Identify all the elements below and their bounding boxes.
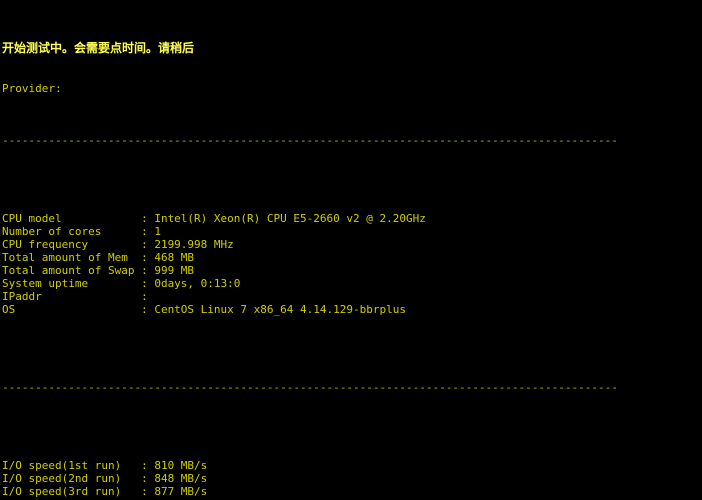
iospeed-row: I/O speed(2nd run) : 848 MB/s [2,472,208,485]
sysinfo-row: System uptime : 0days, 0:13:0 [2,277,241,290]
sysinfo-row: OS : CentOS Linux 7 x86_64 4.14.129-bbrp… [2,303,406,316]
separator-2: ----------------------------------------… [2,381,618,394]
iospeed-block: I/O speed(1st run) : 810 MB/s I/O speed(2… [0,433,702,500]
separator-1: ----------------------------------------… [2,134,618,147]
provider-label: Provider: [2,82,62,95]
sysinfo-row: IPaddr : [2,290,155,303]
iospeed-row: I/O speed(3rd run) : 877 MB/s [2,485,208,498]
terminal-window: 开始测试中。会需要点时间。请稍后 Provider: -------------… [0,0,702,500]
status-message: 开始测试中。会需要点时间。请稍后 [2,41,195,55]
iospeed-row: I/O speed(1st run) : 810 MB/s [2,459,208,472]
sysinfo-row: Number of cores : 1 [2,225,161,238]
sysinfo-block: CPU model : Intel(R) Xeon(R) CPU E5-2660… [0,186,702,342]
sysinfo-row: CPU model : Intel(R) Xeon(R) CPU E5-2660… [2,212,426,225]
sysinfo-row: Total amount of Swap : 999 MB [2,264,195,277]
sysinfo-row: Total amount of Mem : 468 MB [2,251,195,264]
sysinfo-row: CPU frequency : 2199.998 MHz [2,238,234,251]
